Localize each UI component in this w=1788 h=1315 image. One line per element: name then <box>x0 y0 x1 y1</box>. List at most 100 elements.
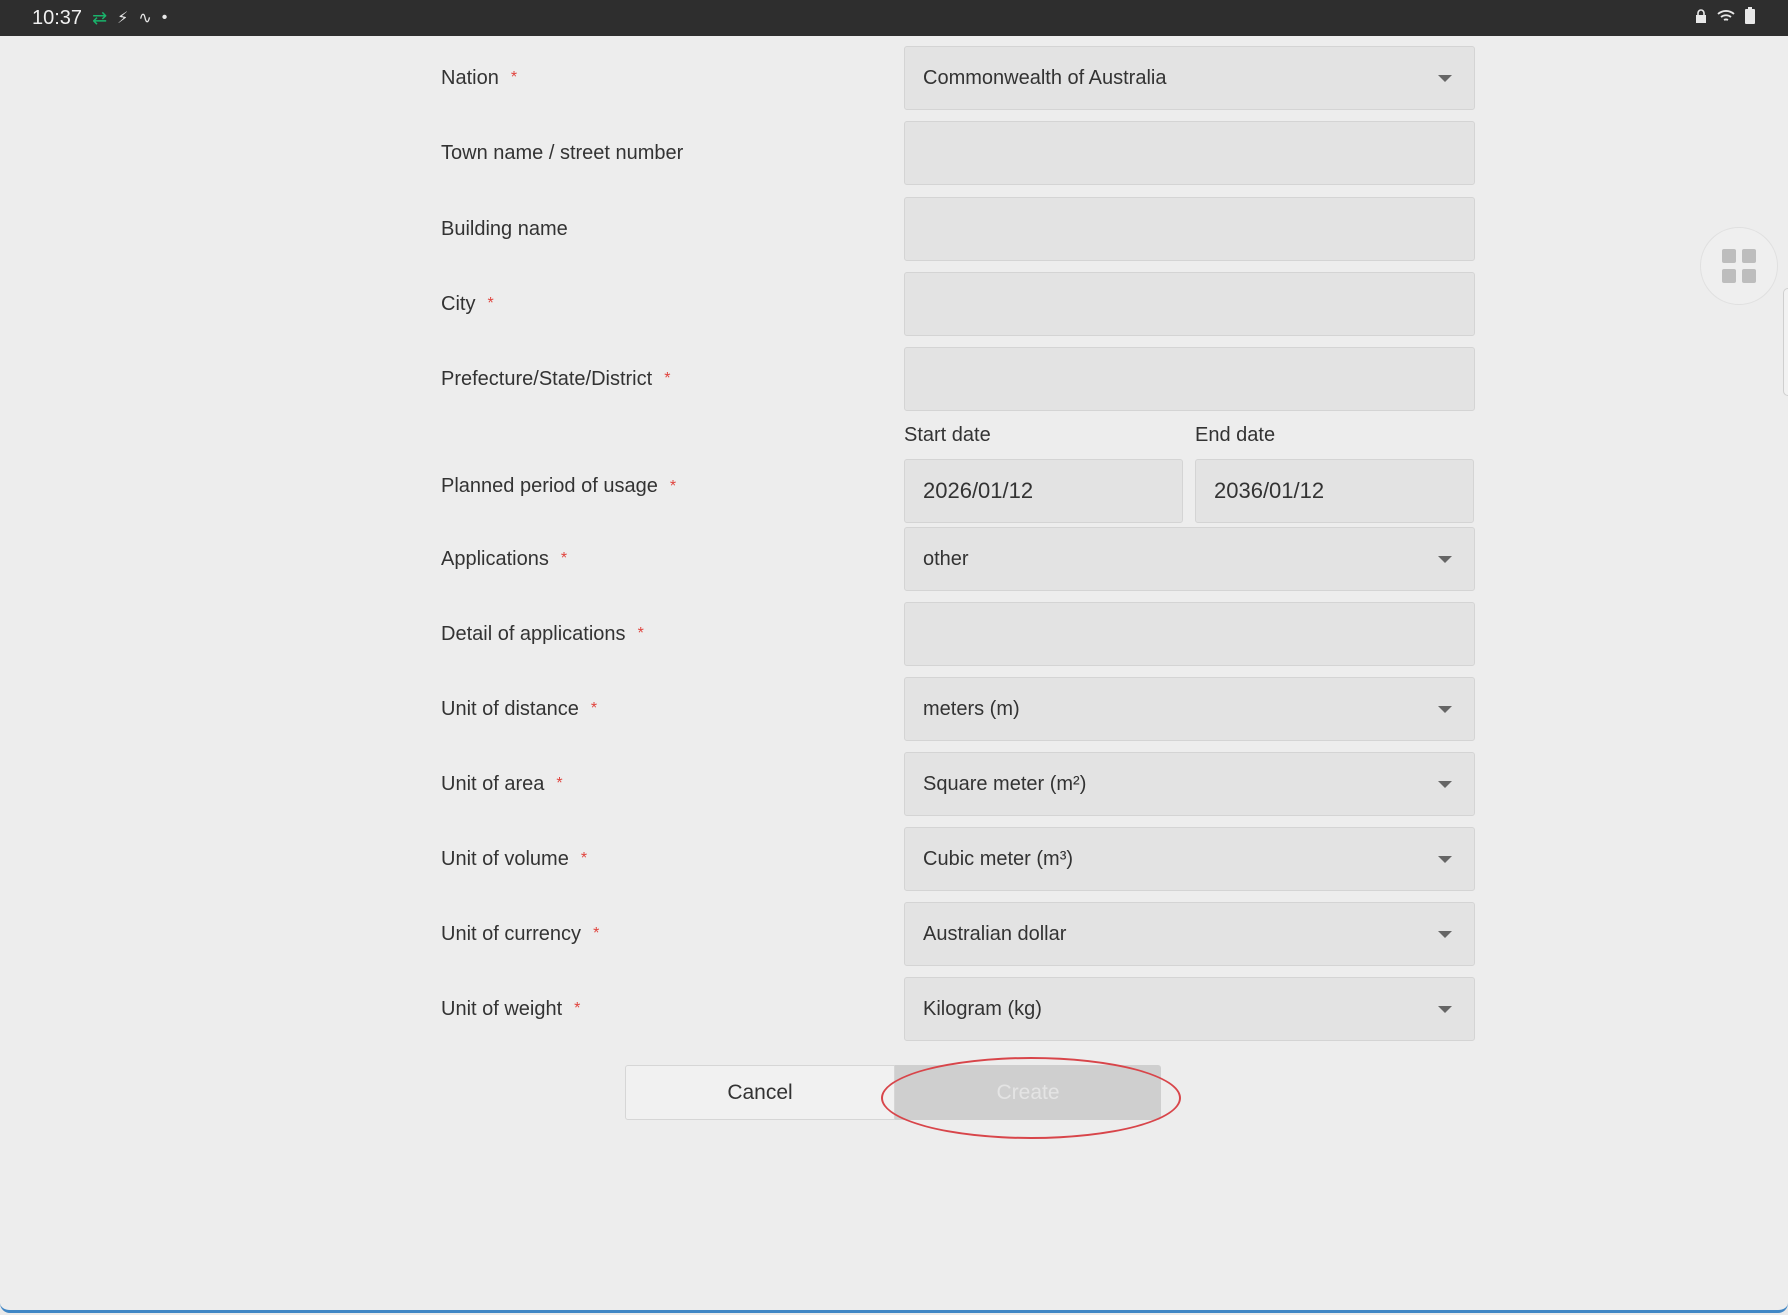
start-date-group: Start date 2026/01/12 <box>904 424 1183 523</box>
weight-label-text: Unit of weight <box>441 997 563 1020</box>
status-left: 10:37 ⇄ ⚡ ∿ • <box>32 7 167 30</box>
weight-label: Unit of weight * <box>441 998 904 1021</box>
status-bar: 10:37 ⇄ ⚡ ∿ • <box>0 0 1788 36</box>
required-mark: * <box>637 625 644 642</box>
nation-value: Commonwealth of Australia <box>923 66 1167 89</box>
activity-icon: ⚡ <box>117 10 129 27</box>
weight-value: Kilogram (kg) <box>923 997 1042 1020</box>
end-date-group: End date 2036/01/12 <box>1195 424 1474 523</box>
row-volume: Unit of volume * Cubic meter (m³) <box>441 827 1475 891</box>
row-area: Unit of area * Square meter (m²) <box>441 752 1475 816</box>
row-distance: Unit of distance * meters (m) <box>441 677 1475 741</box>
sync-arrows-icon: ⇄ <box>92 7 108 28</box>
row-period: Planned period of usage * Start date 202… <box>441 424 1475 523</box>
prefecture-label: Prefecture/State/District * <box>441 368 904 391</box>
required-mark: * <box>580 850 588 867</box>
row-prefecture: Prefecture/State/District * <box>441 347 1475 411</box>
cancel-button-label: Cancel <box>727 1080 793 1104</box>
chevron-down-icon <box>1438 780 1452 788</box>
period-label-text: Planned period of usage <box>441 475 658 497</box>
detail-input[interactable] <box>904 602 1475 666</box>
distance-label: Unit of distance * <box>441 698 904 721</box>
detail-label-text: Detail of applications <box>441 622 626 645</box>
currency-label: Unit of currency * <box>441 923 904 946</box>
weight-select[interactable]: Kilogram (kg) <box>904 977 1475 1041</box>
volume-select[interactable]: Cubic meter (m³) <box>904 827 1475 891</box>
cancel-button[interactable]: Cancel <box>625 1065 895 1120</box>
required-mark: * <box>560 550 568 567</box>
building-input[interactable] <box>904 197 1475 261</box>
form-page: Nation * Commonwealth of Australia Town … <box>0 36 1788 1313</box>
wifi-icon <box>1716 8 1736 29</box>
required-mark: * <box>669 477 677 495</box>
row-weight: Unit of weight * Kilogram (kg) <box>441 977 1475 1041</box>
required-mark: * <box>664 370 671 387</box>
required-mark: * <box>593 925 600 942</box>
period-label: Planned period of usage * <box>441 475 904 498</box>
nation-select[interactable]: Commonwealth of Australia <box>904 46 1475 110</box>
floating-apps-button[interactable] <box>1700 227 1778 305</box>
applications-select[interactable]: other <box>904 527 1475 591</box>
period-fields: Start date 2026/01/12 End date 2036/01/1… <box>904 424 1475 523</box>
row-nation: Nation * Commonwealth of Australia <box>441 46 1475 110</box>
start-date-value: 2026/01/12 <box>923 478 1034 503</box>
prefecture-input[interactable] <box>904 347 1475 411</box>
highlight-ring <box>881 1057 1181 1139</box>
start-date-input[interactable]: 2026/01/12 <box>904 459 1183 523</box>
town-label-text: Town name / street number <box>441 141 684 164</box>
volume-value: Cubic meter (m³) <box>923 847 1074 870</box>
area-value: Square meter (m²) <box>923 772 1087 795</box>
start-date-label: Start date <box>904 424 991 446</box>
row-town: Town name / street number <box>441 121 1475 185</box>
city-input[interactable] <box>904 272 1475 336</box>
volume-label-text: Unit of volume <box>441 847 569 870</box>
area-label: Unit of area * <box>441 773 904 796</box>
chevron-down-icon <box>1438 855 1452 863</box>
detail-label: Detail of applications * <box>441 623 904 646</box>
activity-icon-2: ∿ <box>138 10 152 27</box>
end-date-label: End date <box>1195 424 1276 446</box>
chevron-down-icon <box>1438 74 1452 82</box>
required-mark: * <box>590 700 598 717</box>
chevron-down-icon <box>1438 930 1452 938</box>
row-applications: Applications * other <box>441 527 1475 591</box>
status-right <box>1694 6 1756 30</box>
applications-label-text: Applications <box>441 547 549 570</box>
row-city: City * <box>441 272 1475 336</box>
applications-label: Applications * <box>441 548 904 571</box>
status-time: 10:37 <box>32 6 83 29</box>
city-label: City * <box>441 293 904 316</box>
city-label-text: City <box>441 292 476 315</box>
distance-select[interactable]: meters (m) <box>904 677 1475 741</box>
currency-label-text: Unit of currency <box>441 922 582 945</box>
required-mark: * <box>574 1000 581 1017</box>
applications-value: other <box>923 547 969 570</box>
chevron-down-icon <box>1438 705 1452 713</box>
end-date-input[interactable]: 2036/01/12 <box>1195 459 1474 523</box>
end-date-value: 2036/01/12 <box>1214 478 1325 503</box>
lock-icon <box>1694 8 1708 29</box>
volume-label: Unit of volume * <box>441 848 904 871</box>
nation-label-text: Nation <box>441 66 499 89</box>
row-currency: Unit of currency * Australian dollar <box>441 902 1475 966</box>
building-label-text: Building name <box>441 217 568 240</box>
nation-label: Nation * <box>441 67 904 90</box>
grid-apps-icon <box>1722 249 1756 283</box>
required-mark: * <box>487 295 494 312</box>
area-label-text: Unit of area <box>441 772 545 795</box>
town-input[interactable] <box>904 121 1475 185</box>
battery-icon <box>1744 6 1756 30</box>
required-mark: * <box>510 69 518 86</box>
distance-label-text: Unit of distance <box>441 697 579 720</box>
currency-select[interactable]: Australian dollar <box>904 902 1475 966</box>
distance-value: meters (m) <box>923 697 1020 720</box>
chevron-down-icon <box>1438 555 1452 563</box>
prefecture-label-text: Prefecture/State/District <box>441 367 653 390</box>
edge-drawer-handle[interactable] <box>1783 288 1788 396</box>
required-mark: * <box>556 775 563 792</box>
chevron-down-icon <box>1438 1005 1452 1013</box>
building-label: Building name <box>441 218 904 241</box>
area-select[interactable]: Square meter (m²) <box>904 752 1475 816</box>
screen: 10:37 ⇄ ⚡ ∿ • Nation * Commonwealth of A… <box>0 0 1788 1315</box>
dot-icon: • <box>161 9 168 26</box>
